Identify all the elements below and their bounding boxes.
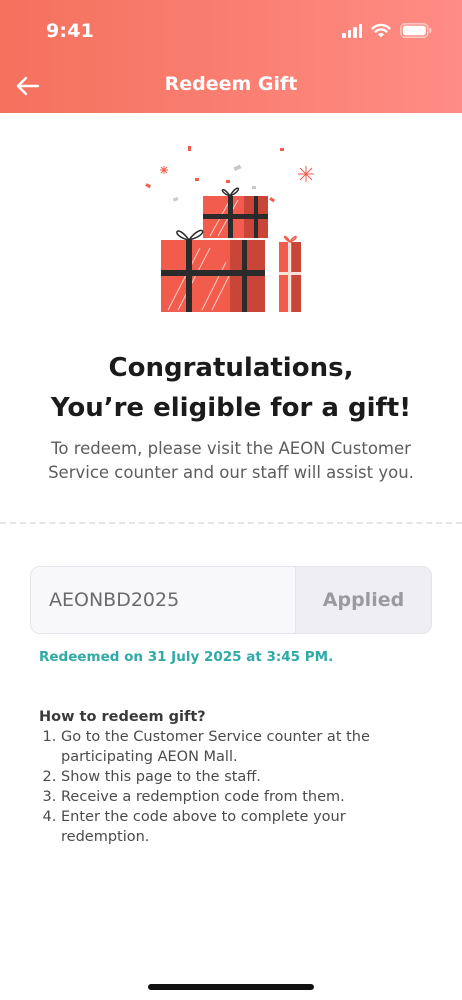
gift-box-small (279, 235, 301, 312)
applied-button[interactable]: Applied (295, 567, 431, 633)
how-to-redeem-section: How to redeem gift? Go to the Customer S… (39, 707, 429, 847)
how-to-steps-list: Go to the Customer Service counter at th… (61, 727, 429, 847)
confetti-decoration (145, 146, 314, 203)
list-item: Go to the Customer Service counter at th… (61, 727, 429, 767)
page-title: Redeem Gift (164, 73, 298, 95)
status-bar: 9:41 (0, 0, 462, 60)
battery-icon (400, 23, 432, 38)
headline-line-1: Congratulations, (108, 353, 354, 383)
how-to-title: How to redeem gift? (39, 709, 206, 725)
gift-box-large (161, 229, 265, 312)
header: 9:41 Redeem Gift (0, 0, 462, 113)
dashed-divider (0, 522, 462, 524)
headline-line-2: You’re eligible for a gift! (50, 393, 412, 423)
nav-bar: Redeem Gift (0, 68, 462, 104)
home-indicator[interactable] (148, 984, 314, 990)
status-icons (342, 23, 432, 38)
gift-boxes-illustration (145, 146, 314, 312)
redeemed-status-text: Redeemed on 31 July 2025 at 3:45 PM. (39, 649, 334, 665)
redeem-instructions-text: To redeem, please visit the AEON Custome… (48, 439, 414, 482)
congratulations-heading: Congratulations, You’re eligible for a g… (0, 348, 462, 428)
wifi-icon (371, 23, 391, 38)
signal-icon (342, 23, 362, 38)
gift-box-top (203, 187, 268, 238)
status-time: 9:41 (46, 20, 95, 42)
code-field-group: Applied (30, 566, 432, 634)
list-item: Show this page to the staff. (61, 767, 429, 787)
redemption-code-input[interactable] (31, 567, 297, 633)
list-item: Enter the code above to complete your re… (61, 807, 429, 847)
list-item: Receive a redemption code from them. (61, 787, 429, 807)
